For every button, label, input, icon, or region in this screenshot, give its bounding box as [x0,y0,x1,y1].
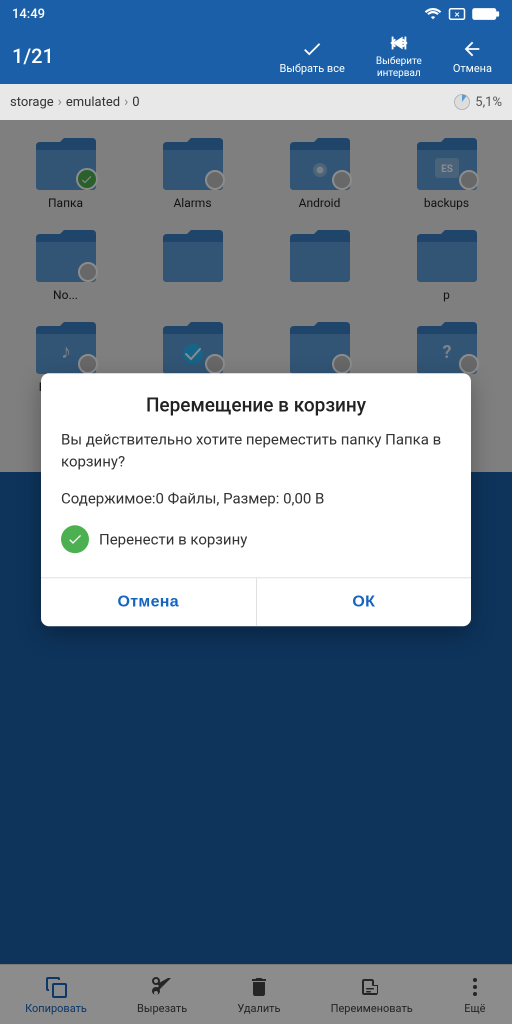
file-browser-content: Папка Alarms [0,120,512,1024]
breadcrumb: storage › emulated › 0 5,1% [0,84,512,120]
dialog-body: Вы действительно хотите переместить папк… [41,428,471,578]
breadcrumb-folder[interactable]: 0 [132,95,139,110]
select-all-button[interactable]: Выбрать все [271,34,352,79]
dialog-cancel-button[interactable]: Отмена [41,578,256,626]
svg-text:✕: ✕ [454,11,460,19]
app-wrapper: 14:49 ✕ 1/21 [0,0,512,1024]
trash-dialog: Перемещение в корзину Вы действительно х… [41,373,471,627]
storage-percent: 5,1% [475,95,502,110]
battery-icon [472,7,500,21]
breadcrumb-sep2: › [124,94,128,110]
top-toolbar: 1/21 Выбрать все Выберите интервал [0,28,512,84]
storage-pie-icon [453,93,471,111]
time-label: 14:49 [12,7,45,22]
status-bar: 14:49 ✕ [0,0,512,28]
trash-option-icon [61,525,89,553]
dialog-ok-button[interactable]: ОК [257,578,472,626]
status-icons: ✕ [424,7,500,21]
dialog-buttons: Отмена ОК [41,578,471,626]
storage-info: 5,1% [453,93,502,111]
select-interval-button[interactable]: Выберите интервал [361,28,437,84]
dialog-option-label: Перенести в корзину [99,530,247,548]
sim-icon: ✕ [448,7,466,21]
dialog-body-text: Вы действительно хотите переместить папк… [61,428,451,473]
breadcrumb-storage[interactable]: storage [10,95,54,110]
dialog-info-text: Содержимое:0 Файлы, Размер: 0,00 В [61,487,451,510]
selection-count: 1/21 [12,44,271,68]
breadcrumb-emulated[interactable]: emulated [66,95,120,110]
wifi-icon [424,7,442,21]
cancel-button[interactable]: Отмена [445,34,500,79]
dialog-option-trash[interactable]: Перенести в корзину [61,525,451,553]
dialog-title: Перемещение в корзину [41,373,471,428]
toolbar-actions: Выбрать все Выберите интервал Отмена [271,28,500,84]
select-all-label: Выбрать все [279,62,344,75]
breadcrumb-sep1: › [58,94,62,110]
cancel-label: Отмена [453,62,492,75]
select-interval-label: Выберите интервал [369,56,429,80]
